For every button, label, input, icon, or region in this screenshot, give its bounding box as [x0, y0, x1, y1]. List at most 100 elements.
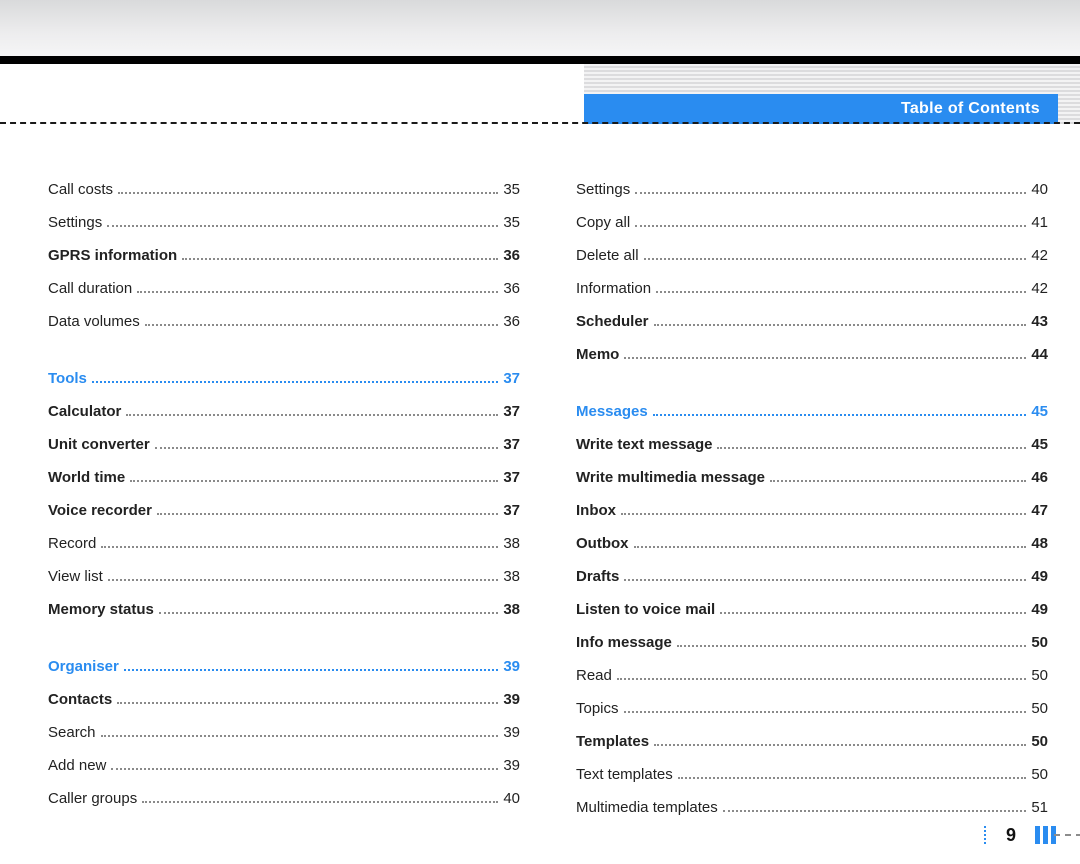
page: { "header": { "title": "Table of Content… [0, 0, 1080, 864]
toc-entry-label: Write text message [576, 437, 712, 452]
toc-entry-label: Outbox [576, 536, 629, 551]
toc-entry: Scheduler43 [576, 314, 1048, 329]
page-number: 9 [1006, 825, 1016, 846]
dot-leader [142, 801, 498, 803]
toc-entry-page: 50 [1031, 734, 1048, 749]
dot-leader [101, 735, 499, 737]
toc-entry-label: Multimedia templates [576, 800, 718, 815]
toc-entry-page: 37 [503, 470, 520, 485]
toc-entry-page: 40 [503, 791, 520, 806]
toc-entry-page: 39 [503, 692, 520, 707]
toc-entry-label: Settings [576, 182, 630, 197]
toc-entry-label: Delete all [576, 248, 639, 263]
toc-entry: Settings35 [48, 215, 520, 230]
toc-entry-page: 36 [503, 248, 520, 263]
dot-leader [624, 579, 1026, 581]
dot-leader [644, 258, 1027, 260]
toc-entry: Memory status38 [48, 602, 520, 617]
dot-leader [653, 414, 1027, 416]
dot-leader [126, 414, 498, 416]
toc-entry-label: Topics [576, 701, 619, 716]
toc-gap [576, 380, 1048, 404]
toc-entry-label: Contacts [48, 692, 112, 707]
toc-entry: Record38 [48, 536, 520, 551]
footer-dash [1054, 834, 1080, 836]
toc-entry-label: Copy all [576, 215, 630, 230]
toc-entry-label: Add new [48, 758, 106, 773]
toc-entry: View list38 [48, 569, 520, 584]
dot-leader [137, 291, 498, 293]
toc-entry: Outbox48 [576, 536, 1048, 551]
toc-entry: Read50 [576, 668, 1048, 683]
toc-gap [48, 347, 520, 371]
toc-entry: Inbox47 [576, 503, 1048, 518]
toc-entry: Add new39 [48, 758, 520, 773]
dot-leader [617, 678, 1026, 680]
toc-entry: World time 37 [48, 470, 520, 485]
toc-entry-label: Listen to voice mail [576, 602, 715, 617]
toc-entry: Write multimedia message46 [576, 470, 1048, 485]
dot-leader [717, 447, 1026, 449]
toc-entry-label: Caller groups [48, 791, 137, 806]
toc-entry-page: 44 [1031, 347, 1048, 362]
dashed-rule [0, 122, 1080, 124]
toc-entry-page: 37 [503, 371, 520, 386]
dot-leader [624, 357, 1026, 359]
toc-entry-label: Tools [48, 371, 87, 386]
toc-entry-page: 39 [503, 725, 520, 740]
toc-entry: Text templates50 [576, 767, 1048, 782]
toc-entry-label: Data volumes [48, 314, 140, 329]
toc-entry-label: Search [48, 725, 96, 740]
toc-entry-page: 51 [1031, 800, 1048, 815]
dot-leader [624, 711, 1027, 713]
toc-entry: GPRS information 36 [48, 248, 520, 263]
toc-entry-label: Voice recorder [48, 503, 152, 518]
toc-entry: Copy all41 [576, 215, 1048, 230]
toc-entry: Calculator37 [48, 404, 520, 419]
toc-entry: Listen to voice mail49 [576, 602, 1048, 617]
dot-leader [124, 669, 498, 671]
dot-leader [155, 447, 499, 449]
toc-entry-label: Organiser [48, 659, 119, 674]
toc-entry-page: 35 [503, 182, 520, 197]
toc-entry: Settings40 [576, 182, 1048, 197]
footer-marks [1035, 826, 1056, 844]
toc-entry-page: 45 [1031, 404, 1048, 419]
toc-entry-label: World time [48, 470, 125, 485]
toc-entry-label: Scheduler [576, 314, 649, 329]
toc-gap [48, 635, 520, 659]
toc-entry-label: Messages [576, 404, 648, 419]
dot-leader [145, 324, 499, 326]
toc-entry-label: Info message [576, 635, 672, 650]
toc-entry-label: Text templates [576, 767, 673, 782]
toc-left-column: Call costs35 Settings35 GPRS information 36… [48, 182, 520, 833]
dot-leader [677, 645, 1026, 647]
dot-leader [130, 480, 498, 482]
toc-entry: Drafts49 [576, 569, 1048, 584]
dot-leader [108, 579, 499, 581]
toc-entry-label: Memo [576, 347, 619, 362]
dot-leader [118, 192, 498, 194]
toc-entry: Write text message45 [576, 437, 1048, 452]
toc-entry-label: Unit converter [48, 437, 150, 452]
toc-entry-page: 46 [1031, 470, 1048, 485]
toc-entry-page: 38 [503, 602, 520, 617]
dot-leader [654, 744, 1026, 746]
dot-leader [111, 768, 498, 770]
toc-entry-label: GPRS information [48, 248, 177, 263]
dot-leader [770, 480, 1026, 482]
dot-leader [654, 324, 1027, 326]
toc-entry-page: 38 [503, 569, 520, 584]
dot-leader [634, 546, 1027, 548]
toc-entry-page: 42 [1031, 248, 1048, 263]
toc-entry-label: Drafts [576, 569, 619, 584]
toc-entry: Messages 45 [576, 404, 1048, 419]
toc-entry-page: 42 [1031, 281, 1048, 296]
toc-entry: Topics50 [576, 701, 1048, 716]
section-title-strip: Table of Contents [584, 94, 1058, 124]
toc-entry-page: 38 [503, 536, 520, 551]
toc-entry-page: 50 [1031, 635, 1048, 650]
toc-entry-label: Templates [576, 734, 649, 749]
toc-entry: Call costs35 [48, 182, 520, 197]
dot-leader [117, 702, 498, 704]
